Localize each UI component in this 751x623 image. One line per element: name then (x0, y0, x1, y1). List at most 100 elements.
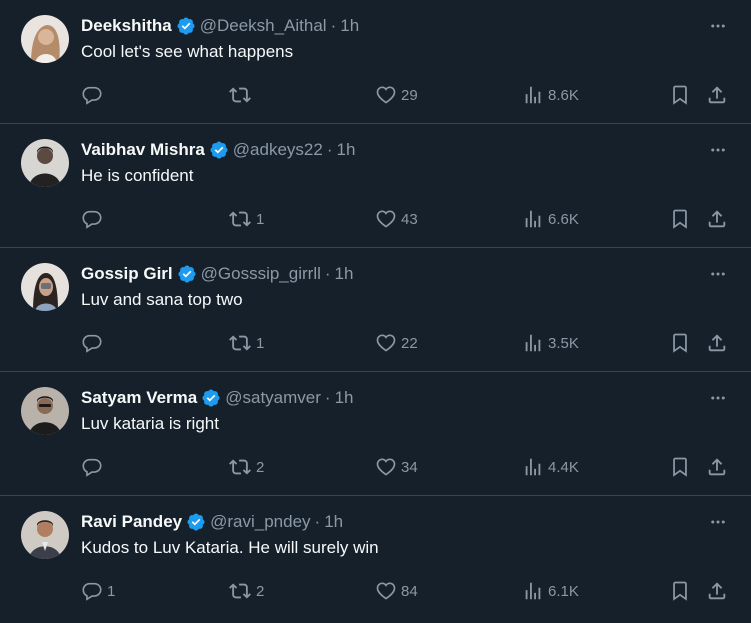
like-button[interactable]: 29 (375, 82, 418, 108)
share-icon (708, 334, 726, 352)
like-button[interactable]: 84 (375, 578, 418, 604)
share-button[interactable] (706, 454, 728, 480)
like-button[interactable]: 43 (375, 206, 418, 232)
share-button[interactable] (706, 330, 728, 356)
bookmark-button[interactable] (669, 578, 691, 604)
retweet-count: 2 (256, 458, 265, 476)
tweet-text: Luv kataria is right (81, 414, 219, 433)
timestamp[interactable]: 1h (324, 512, 343, 532)
retweet-button[interactable]: 2 (228, 578, 264, 604)
author-name[interactable]: Gossip Girl (81, 264, 173, 284)
views-button[interactable]: 6.6K (522, 206, 579, 232)
reply-button[interactable] (81, 82, 107, 108)
reply-icon (82, 334, 102, 353)
avatar[interactable] (21, 263, 69, 311)
retweet-button[interactable] (228, 82, 256, 108)
retweet-button[interactable]: 1 (228, 330, 264, 356)
author-name[interactable]: Ravi Pandey (81, 512, 182, 532)
avatar[interactable] (21, 387, 69, 435)
share-button[interactable] (706, 578, 728, 604)
reply-button[interactable] (81, 330, 107, 356)
like-button[interactable]: 34 (375, 454, 418, 480)
timestamp[interactable]: 1h (336, 140, 355, 160)
verified-badge-icon (178, 265, 196, 283)
views-button[interactable]: 8.6K (522, 82, 579, 108)
tweet[interactable]: Satyam Verma @satyamver · 1h Luv kataria… (0, 372, 751, 496)
retweet-icon (229, 211, 251, 227)
like-icon (376, 86, 396, 104)
reply-button[interactable] (81, 454, 107, 480)
reply-icon (82, 582, 102, 601)
like-count: 43 (401, 210, 418, 228)
verified-badge-icon (210, 141, 228, 159)
avatar[interactable] (21, 139, 69, 187)
timestamp[interactable]: 1h (335, 388, 354, 408)
retweet-count: 1 (256, 334, 265, 352)
bookmark-button[interactable] (669, 206, 691, 232)
reply-icon (82, 86, 102, 105)
retweet-count: 2 (256, 582, 265, 600)
more-icon[interactable] (708, 512, 728, 532)
bookmark-button[interactable] (669, 454, 691, 480)
reply-icon (82, 458, 102, 477)
retweet-icon (229, 583, 251, 599)
separator-dot: · (324, 388, 331, 407)
verified-badge-icon (187, 513, 205, 531)
separator-dot: · (330, 16, 337, 35)
tweet-actions: 1 2 84 6.1K (0, 578, 751, 604)
views-button[interactable]: 4.4K (522, 454, 579, 480)
retweet-count: 1 (256, 210, 265, 228)
reply-button[interactable] (81, 206, 107, 232)
share-button[interactable] (706, 206, 728, 232)
bookmark-icon (673, 209, 687, 229)
bookmark-button[interactable] (669, 330, 691, 356)
author-handle[interactable]: @Gosssip_girrll (201, 264, 321, 284)
tweet-header: Gossip Girl @Gosssip_girrll · 1h (81, 262, 353, 286)
tweet[interactable]: Ravi Pandey @ravi_pndey · 1h Kudos to Lu… (0, 496, 751, 620)
bookmark-button[interactable] (669, 82, 691, 108)
tweet[interactable]: Deekshitha @Deeksh_Aithal · 1h Cool let'… (0, 0, 751, 124)
bookmark-icon (673, 85, 687, 105)
more-icon[interactable] (708, 16, 728, 36)
author-name[interactable]: Vaibhav Mishra (81, 140, 205, 160)
views-count: 4.4K (548, 458, 579, 476)
author-name[interactable]: Deekshitha (81, 16, 172, 36)
retweet-button[interactable]: 2 (228, 454, 264, 480)
author-handle[interactable]: @ravi_pndey (210, 512, 310, 532)
more-icon[interactable] (708, 264, 728, 284)
like-icon (376, 210, 396, 228)
tweet[interactable]: Vaibhav Mishra @adkeys22 · 1h He is conf… (0, 124, 751, 248)
author-handle[interactable]: @Deeksh_Aithal (200, 16, 327, 36)
tweet-header: Deekshitha @Deeksh_Aithal · 1h (81, 14, 359, 38)
like-icon (376, 458, 396, 476)
views-icon (525, 458, 541, 476)
verified-badge-icon (177, 17, 195, 35)
views-button[interactable]: 3.5K (522, 330, 579, 356)
author-name[interactable]: Satyam Verma (81, 388, 197, 408)
avatar[interactable] (21, 511, 69, 559)
author-handle[interactable]: @adkeys22 (233, 140, 323, 160)
tweet-actions: 29 8.6K (0, 82, 751, 108)
more-icon[interactable] (708, 388, 728, 408)
separator-dot: · (326, 140, 333, 159)
retweet-button[interactable]: 1 (228, 206, 264, 232)
tweet-text: Cool let's see what happens (81, 42, 294, 61)
tweet[interactable]: Gossip Girl @Gosssip_girrll · 1h Luv and… (0, 248, 751, 372)
tweet-actions: 1 22 3.5K (0, 330, 751, 356)
views-count: 3.5K (548, 334, 579, 352)
tweet-header: Vaibhav Mishra @adkeys22 · 1h (81, 138, 355, 162)
more-icon[interactable] (708, 140, 728, 160)
reply-icon (82, 210, 102, 229)
views-button[interactable]: 6.1K (522, 578, 579, 604)
avatar[interactable] (21, 15, 69, 63)
tweet-header: Satyam Verma @satyamver · 1h (81, 386, 354, 410)
like-button[interactable]: 22 (375, 330, 418, 356)
timestamp[interactable]: 1h (340, 16, 359, 36)
tweet-text: Luv and sana top two (81, 290, 243, 309)
share-icon (708, 86, 726, 104)
timestamp[interactable]: 1h (335, 264, 354, 284)
tweet-text: Kudos to Luv Kataria. He will surely win (81, 538, 379, 557)
share-button[interactable] (706, 82, 728, 108)
author-handle[interactable]: @satyamver (225, 388, 321, 408)
reply-button[interactable]: 1 (81, 578, 115, 604)
